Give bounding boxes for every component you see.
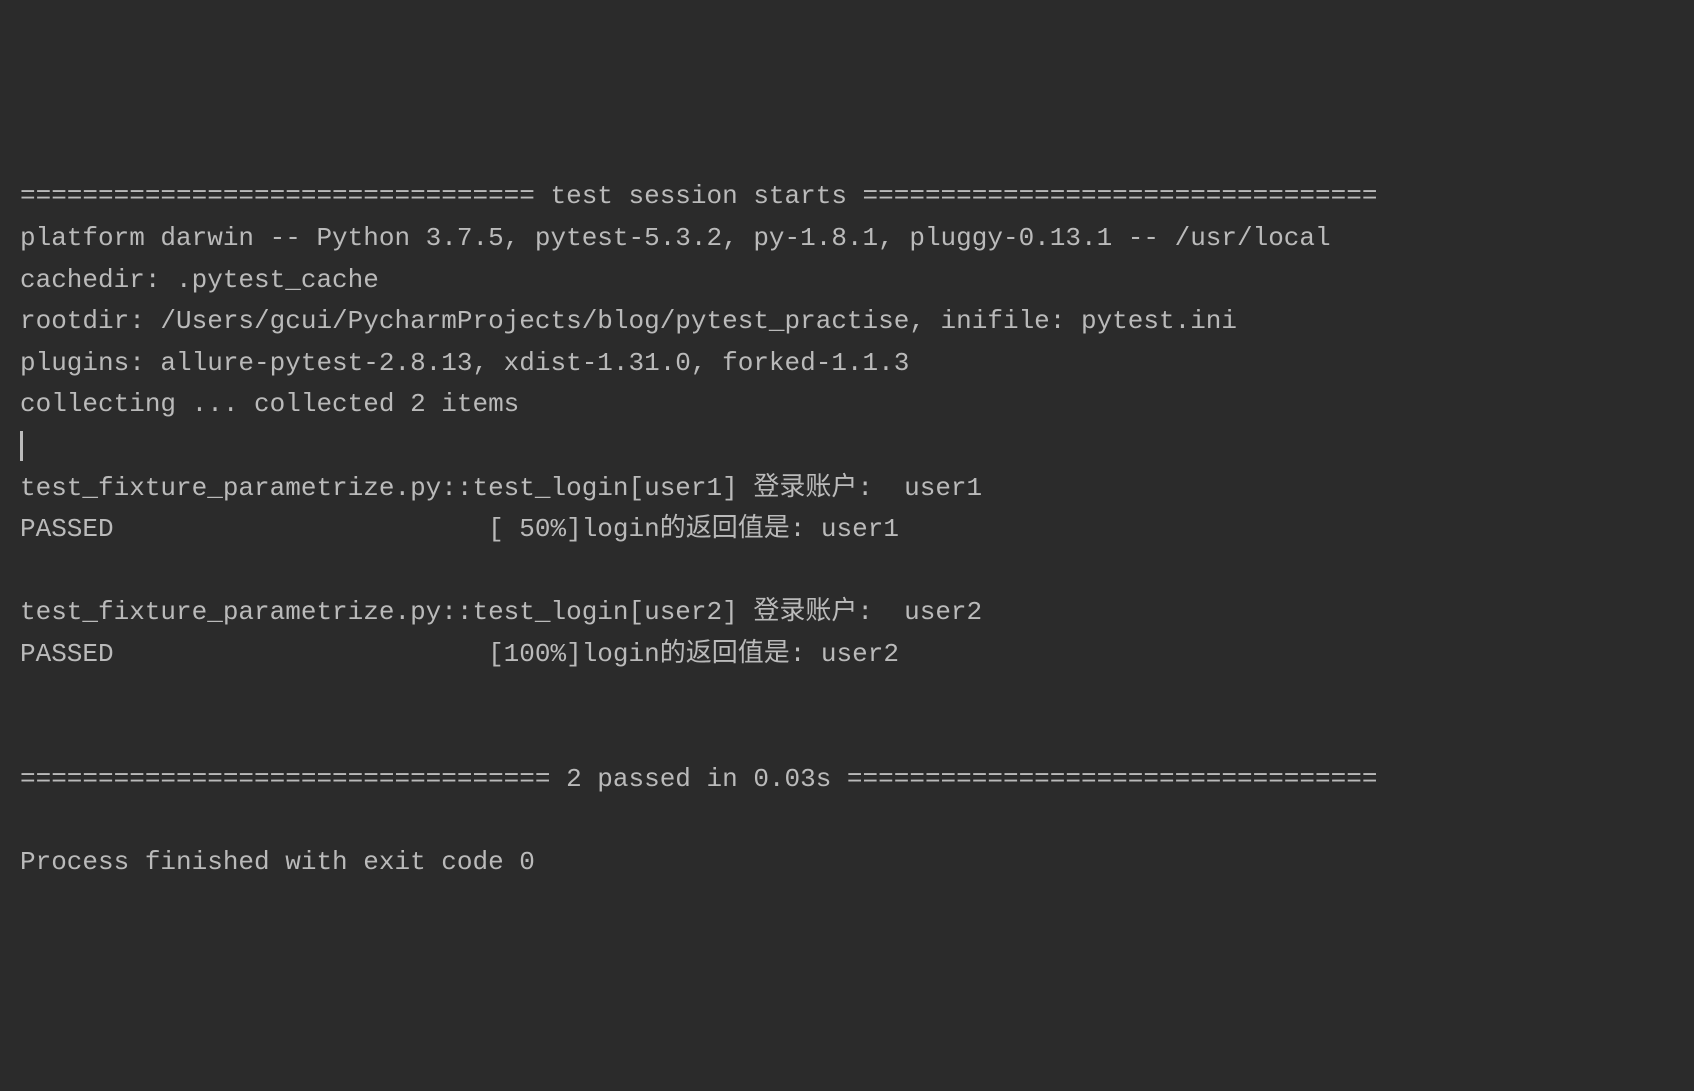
session-start-header: ================================= test s… <box>20 176 1674 218</box>
summary-line: ================================== 2 pas… <box>20 759 1674 801</box>
passed-user1: PASSED [ 50%]login的返回值是: user1 <box>20 509 1674 551</box>
test-result-user2: test_fixture_parametrize.py::test_login[… <box>20 592 1674 634</box>
passed-user2: PASSED [100%]login的返回值是: user2 <box>20 634 1674 676</box>
collecting-info: collecting ... collected 2 items <box>20 384 1674 426</box>
process-exit-line: Process finished with exit code 0 <box>20 842 1674 884</box>
plugins-info: plugins: allure-pytest-2.8.13, xdist-1.3… <box>20 343 1674 385</box>
terminal-output[interactable]: ================================= test s… <box>20 176 1674 883</box>
platform-info: platform darwin -- Python 3.7.5, pytest-… <box>20 218 1674 260</box>
rootdir-info: rootdir: /Users/gcui/PycharmProjects/blo… <box>20 301 1674 343</box>
test-result-user1: test_fixture_parametrize.py::test_login[… <box>20 468 1674 510</box>
blank-line <box>20 717 1674 759</box>
blank-line <box>20 800 1674 842</box>
cursor-icon <box>20 431 23 461</box>
cursor-line <box>20 426 1674 468</box>
blank-line <box>20 676 1674 718</box>
blank-line <box>20 551 1674 593</box>
cachedir-info: cachedir: .pytest_cache <box>20 260 1674 302</box>
